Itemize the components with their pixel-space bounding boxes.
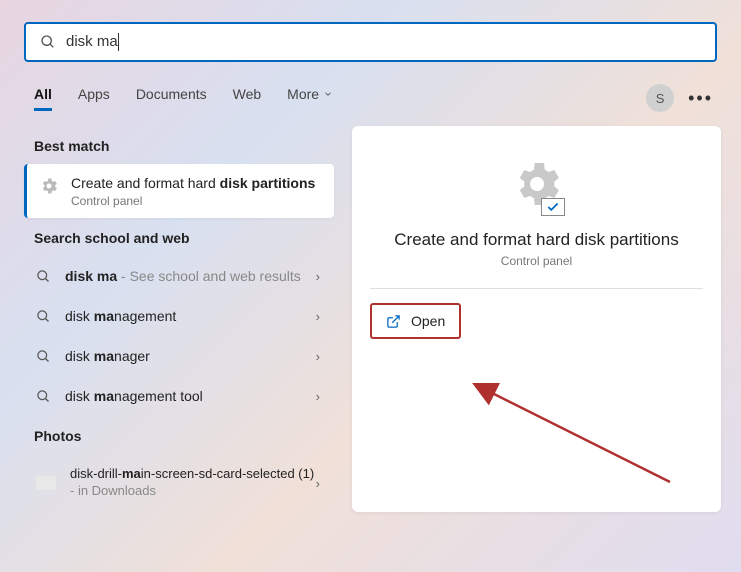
tab-more[interactable]: More: [287, 86, 333, 111]
result-label: disk management: [65, 308, 316, 324]
chevron-right-icon: ›: [316, 389, 320, 404]
overflow-menu[interactable]: •••: [688, 88, 713, 109]
photos-heading: Photos: [34, 428, 334, 444]
tab-web[interactable]: Web: [233, 86, 262, 111]
avatar[interactable]: S: [646, 84, 674, 112]
school-web-heading: Search school and web: [34, 230, 334, 246]
search-icon: [36, 349, 51, 364]
best-match-heading: Best match: [34, 138, 334, 154]
results-panel: Best match Create and format hard disk p…: [24, 126, 334, 512]
check-icon: [541, 198, 565, 216]
chevron-right-icon: ›: [316, 269, 320, 284]
detail-title: Create and format hard disk partitions: [370, 230, 703, 250]
gear-icon: [39, 176, 59, 196]
detail-panel: Create and format hard disk partitions C…: [352, 126, 721, 512]
search-icon: [36, 389, 51, 404]
result-label: disk ma - See school and web results: [65, 268, 316, 284]
chevron-down-icon: [323, 89, 333, 99]
search-icon: [36, 309, 51, 324]
result-label: disk management tool: [65, 388, 316, 404]
result-label: disk manager: [65, 348, 316, 364]
best-match-item[interactable]: Create and format hard disk partitions C…: [24, 164, 334, 218]
web-result-item[interactable]: disk management ›: [24, 296, 334, 336]
chevron-right-icon: ›: [316, 476, 320, 491]
web-result-item[interactable]: disk management tool ›: [24, 376, 334, 416]
chevron-right-icon: ›: [316, 349, 320, 364]
search-icon: [40, 34, 56, 50]
tab-all[interactable]: All: [34, 86, 52, 111]
tab-apps[interactable]: Apps: [78, 86, 110, 111]
web-result-item[interactable]: disk manager ›: [24, 336, 334, 376]
open-button[interactable]: Open: [370, 303, 461, 339]
search-input[interactable]: disk ma: [66, 33, 701, 51]
search-bar[interactable]: disk ma: [24, 22, 717, 62]
photo-result-item[interactable]: disk-drill-main-screen-sd-card-selected …: [24, 454, 334, 512]
chevron-right-icon: ›: [316, 309, 320, 324]
open-label: Open: [411, 313, 445, 329]
detail-icon: [370, 156, 703, 212]
web-result-item[interactable]: disk ma - See school and web results ›: [24, 256, 334, 296]
tab-bar: All Apps Documents Web More S •••: [34, 84, 713, 112]
best-match-title: Create and format hard disk partitions: [71, 174, 315, 192]
tab-documents[interactable]: Documents: [136, 86, 207, 111]
open-external-icon: [386, 314, 401, 329]
detail-subtitle: Control panel: [370, 254, 703, 268]
result-label: disk-drill-main-screen-sd-card-selected …: [70, 466, 316, 500]
photo-thumbnail: [36, 476, 56, 490]
search-icon: [36, 269, 51, 284]
best-match-subtitle: Control panel: [71, 194, 315, 208]
divider: [370, 288, 703, 289]
